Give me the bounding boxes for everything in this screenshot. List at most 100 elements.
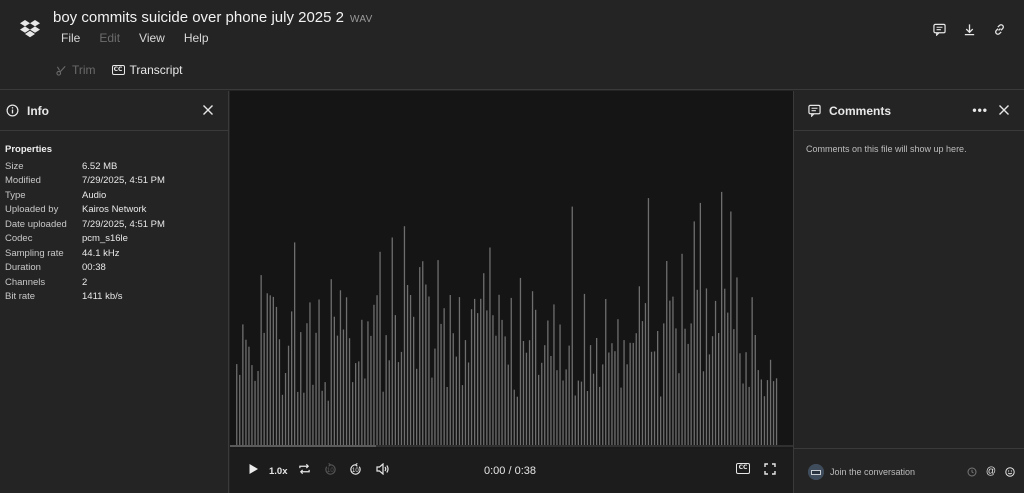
property-key: Channels — [5, 276, 46, 288]
waveform-bar — [559, 324, 561, 447]
link-icon[interactable] — [992, 22, 1006, 36]
player-controls: 1.0x 10 10 0:00 / 0:38 CC — [230, 449, 793, 493]
property-value: Audio — [82, 189, 107, 201]
progress-fill — [230, 445, 377, 447]
waveform-bar — [766, 380, 769, 447]
fullscreen-button[interactable] — [764, 463, 776, 475]
playback-speed-button[interactable]: 1.0x — [269, 466, 288, 477]
transcript-button[interactable]: CC Transcript — [111, 63, 182, 77]
properties-heading: Properties — [5, 144, 52, 155]
menu-edit[interactable]: Edit — [99, 31, 120, 45]
waveform-bar — [571, 206, 573, 447]
play-button[interactable] — [248, 463, 259, 475]
waveform-bar — [458, 297, 461, 447]
progress-bar[interactable] — [230, 445, 793, 447]
waveform-bar — [629, 342, 631, 447]
more-options-icon[interactable]: ••• — [972, 103, 988, 117]
comment-composer[interactable]: Join the conversation @ — [794, 448, 1024, 493]
waveform-bar — [367, 321, 369, 447]
menu-help[interactable]: Help — [184, 31, 209, 45]
timestamp-icon[interactable] — [967, 467, 977, 477]
close-comments-icon[interactable] — [998, 104, 1010, 116]
waveform-bar — [589, 345, 592, 447]
waveform-bar — [541, 362, 543, 447]
waveform-bar — [315, 332, 317, 447]
waveform-bar — [236, 364, 238, 447]
waveform-bar — [519, 277, 522, 447]
property-key: Codec — [5, 233, 33, 245]
waveform-bar — [620, 387, 622, 447]
forward-10-button[interactable]: 10 — [349, 463, 362, 476]
waveform-area[interactable] — [230, 91, 793, 447]
waveform-bar — [358, 361, 360, 447]
volume-button[interactable] — [376, 463, 390, 475]
waveform-bar — [757, 370, 759, 447]
waveform-bar — [339, 290, 342, 447]
waveform-bar — [388, 360, 390, 447]
waveform-bar — [562, 380, 564, 447]
waveform-bar — [681, 253, 683, 447]
close-info-icon[interactable] — [202, 104, 214, 116]
waveform-bar — [751, 297, 753, 447]
waveform-bar — [702, 371, 705, 447]
property-value: Kairos Network — [82, 204, 147, 216]
waveform-bar — [403, 226, 406, 447]
waveform-bar — [263, 332, 265, 447]
waveform-bar — [394, 315, 396, 447]
comments-panel: Comments ••• Comments on this file will … — [793, 91, 1024, 493]
waveform-bar — [300, 332, 302, 447]
download-icon[interactable] — [962, 22, 976, 36]
waveform-bar — [556, 370, 558, 447]
waveform-bar — [364, 378, 366, 447]
property-row: Duration 00:38 — [5, 261, 228, 276]
comment-input[interactable]: Join the conversation — [830, 467, 915, 477]
waveform-bar — [568, 345, 570, 447]
property-value: 44.1 kHz — [82, 247, 120, 259]
waveform-bar — [592, 373, 595, 447]
property-row: Sampling rate 44.1 kHz — [5, 246, 228, 261]
waveform-bar — [297, 391, 299, 447]
mention-icon[interactable]: @ — [986, 466, 996, 477]
waveform-bar — [599, 386, 601, 447]
waveform-bar — [580, 381, 583, 447]
waveform-bar — [342, 329, 345, 447]
waveform-bar — [266, 293, 268, 447]
waveform-bar — [547, 320, 549, 447]
rewind-seconds-label: 10 — [327, 468, 334, 474]
closed-captions-icon: CC — [111, 65, 125, 75]
waveform-bar — [467, 362, 470, 447]
audio-player: 1.0x 10 10 0:00 / 0:38 CC — [230, 91, 793, 493]
waveform-bar — [711, 336, 714, 447]
captions-button[interactable]: CC — [736, 463, 750, 474]
menu-view[interactable]: View — [139, 31, 165, 45]
waveform-bar — [742, 383, 744, 447]
property-key: Duration — [5, 262, 41, 274]
waveform-bar — [318, 299, 320, 447]
loop-button[interactable] — [298, 463, 311, 475]
waveform-bar — [419, 267, 421, 447]
waveform-bar — [477, 313, 479, 447]
waveform-bar — [605, 299, 607, 447]
comments-panel-header: Comments ••• — [794, 91, 1024, 131]
waveform[interactable] — [230, 91, 793, 447]
waveform-bar — [321, 390, 323, 447]
rewind-10-button[interactable]: 10 — [324, 463, 337, 476]
waveform-bar — [257, 371, 259, 447]
property-row: Codec pcm_s16le — [5, 232, 228, 247]
trim-button[interactable]: Trim — [56, 63, 96, 77]
waveform-bar — [345, 297, 348, 447]
comment-icon[interactable] — [932, 22, 946, 36]
menu-file[interactable]: File — [61, 31, 80, 45]
waveform-bar — [504, 336, 506, 447]
waveform-bar — [739, 353, 741, 447]
waveform-bar — [531, 291, 534, 447]
waveform-bar — [660, 396, 662, 447]
comment-icon — [808, 104, 821, 117]
waveform-bar — [355, 363, 357, 447]
waveform-bar — [480, 298, 482, 447]
waveform-bar — [727, 312, 729, 447]
waveform-bar — [449, 295, 451, 447]
emoji-icon[interactable] — [1005, 466, 1015, 477]
dropbox-logo-icon[interactable] — [20, 18, 40, 38]
waveform-bar — [608, 352, 610, 447]
